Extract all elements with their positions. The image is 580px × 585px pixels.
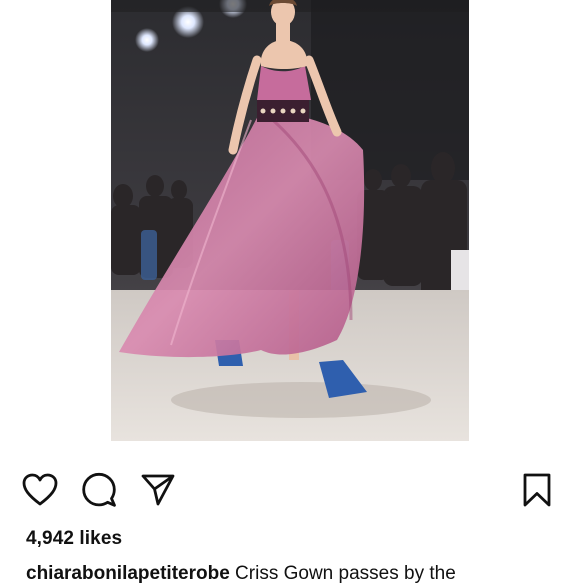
bookmark-icon bbox=[523, 473, 551, 507]
heart-icon bbox=[22, 473, 58, 506]
caption-text: Criss Gown passes by the bbox=[229, 563, 456, 584]
runway-photo bbox=[111, 0, 469, 441]
likes-count[interactable]: 4,942 likes bbox=[26, 528, 122, 550]
share-button[interactable] bbox=[138, 470, 178, 510]
save-button[interactable] bbox=[517, 470, 557, 510]
send-icon bbox=[141, 474, 175, 506]
comment-icon bbox=[82, 472, 116, 507]
caption-username[interactable]: chiarabonilapetiterobe bbox=[26, 563, 230, 584]
like-button[interactable] bbox=[20, 470, 60, 510]
action-bar bbox=[0, 470, 580, 516]
comment-button[interactable] bbox=[79, 470, 119, 510]
post-image[interactable] bbox=[111, 0, 469, 441]
caption: chiarabonilapetiterobe Criss Gown passes… bbox=[26, 563, 580, 585]
